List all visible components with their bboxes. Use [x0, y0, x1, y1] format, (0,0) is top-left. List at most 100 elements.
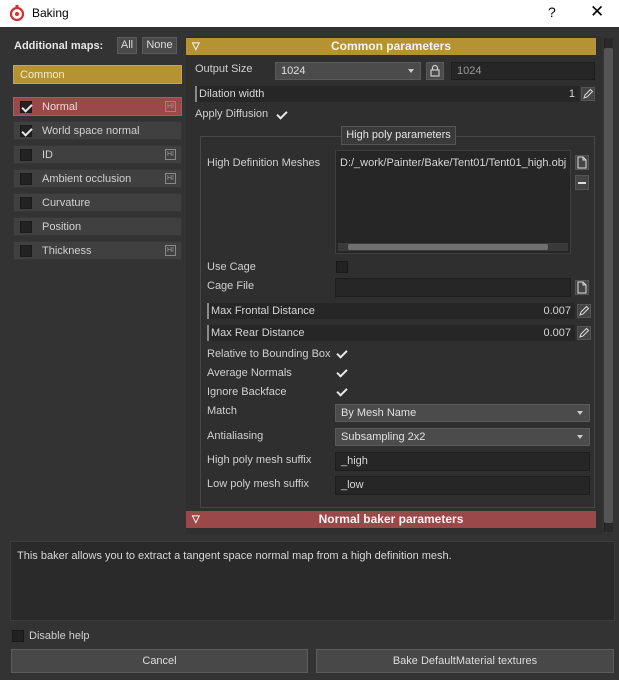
browse-cage-file-button[interactable] — [575, 280, 589, 295]
normal-baker-header[interactable]: ▽ Normal baker parameters — [186, 511, 596, 528]
disable-help-label: Disable help — [29, 630, 90, 642]
add-mesh-button[interactable] — [575, 155, 589, 170]
antialiasing-value: Subsampling 2x2 — [341, 431, 426, 443]
parameters-panel: ▽ Common parameters Output Size 1024 102… — [186, 36, 602, 534]
normal-checkbox[interactable] — [20, 101, 32, 113]
vertical-scrollbar-thumb[interactable] — [604, 48, 613, 523]
max-rear-distance-label: Max Rear Distance — [211, 327, 305, 339]
high-definition-meshes-list[interactable]: D:/_work/Painter/Bake/Tent01/Tent01_high… — [335, 150, 571, 254]
map-label: Normal — [42, 101, 78, 113]
apply-diffusion-label: Apply Diffusion — [195, 108, 269, 120]
output-size-label: Output Size — [195, 63, 253, 75]
section-title: Common parameters — [330, 39, 452, 53]
map-item-curvature[interactable]: Curvature — [13, 193, 182, 212]
select-all-button[interactable]: All — [117, 37, 137, 54]
scrollbar-thumb[interactable] — [348, 244, 548, 250]
disable-help-checkbox[interactable] — [12, 630, 24, 642]
map-label: Curvature — [42, 197, 91, 209]
bake-button[interactable]: Bake DefaultMaterial textures — [316, 649, 614, 673]
edit-max-frontal-button[interactable] — [577, 304, 591, 318]
apply-diffusion-checkbox[interactable] — [276, 109, 288, 121]
low-poly-suffix-label: Low poly mesh suffix — [207, 478, 309, 490]
app-logo-icon — [9, 5, 25, 22]
world-space-normal-checkbox[interactable] — [20, 125, 32, 137]
high-poly-suffix-label: High poly mesh suffix — [207, 454, 312, 466]
chevron-down-icon — [577, 411, 583, 415]
high-poly-parameters-tab: High poly parameters — [341, 126, 456, 145]
chevron-down-icon — [577, 435, 583, 439]
map-item-position[interactable]: Position — [13, 217, 182, 236]
collapse-arrow-icon: ▽ — [192, 514, 200, 525]
high-poly-badge-icon: HI — [165, 245, 176, 256]
dilation-width-value: 1 — [568, 88, 575, 100]
mesh-path: D:/_work/Painter/Bake/Tent01/Tent01_high… — [340, 157, 567, 169]
help-description: This baker allows you to extract a tange… — [10, 541, 615, 621]
pencil-icon — [583, 88, 594, 99]
low-poly-suffix-field[interactable]: _low — [335, 476, 590, 495]
map-label: World space normal — [42, 125, 140, 137]
position-checkbox[interactable] — [20, 221, 32, 233]
max-rear-distance-value: 0.007 — [543, 327, 571, 339]
curvature-checkbox[interactable] — [20, 197, 32, 209]
title-bar: Baking ? ✕ — [0, 0, 619, 27]
ambient-occlusion-checkbox[interactable] — [20, 173, 32, 185]
high-poly-badge-icon: HI — [165, 173, 176, 184]
link-size-button[interactable] — [426, 62, 444, 80]
match-label: Match — [207, 405, 237, 417]
pencil-icon — [579, 305, 590, 316]
dilation-width-slider[interactable]: Dilation width 1 — [195, 86, 579, 102]
high-definition-meshes-label: High Definition Meshes — [207, 157, 321, 169]
average-normals-checkbox[interactable] — [336, 367, 348, 379]
pencil-icon — [579, 327, 590, 338]
antialiasing-dropdown[interactable]: Subsampling 2x2 — [335, 428, 590, 446]
map-item-normal[interactable]: Normal HI — [13, 97, 182, 116]
match-dropdown[interactable]: By Mesh Name — [335, 404, 590, 422]
max-frontal-distance-slider[interactable]: Max Frontal Distance 0.007 — [207, 303, 575, 319]
max-rear-distance-slider[interactable]: Max Rear Distance 0.007 — [207, 325, 575, 341]
map-item-world-space-normal[interactable]: World space normal — [13, 121, 182, 140]
horizontal-scrollbar[interactable] — [338, 243, 568, 251]
dilation-width-label: Dilation width — [199, 88, 265, 100]
cancel-button[interactable]: Cancel — [11, 649, 308, 673]
close-button[interactable]: ✕ — [590, 2, 604, 22]
section-title: Normal baker parameters — [318, 512, 464, 526]
map-item-thickness[interactable]: Thickness HI — [13, 241, 182, 260]
relative-bbox-checkbox[interactable] — [336, 348, 348, 360]
common-label: Common — [20, 69, 65, 81]
average-normals-label: Average Normals — [207, 367, 292, 379]
relative-bbox-label: Relative to Bounding Box — [207, 348, 331, 360]
file-icon — [577, 281, 587, 294]
common-item[interactable]: Common — [13, 65, 182, 84]
select-none-button[interactable]: None — [142, 37, 177, 54]
map-label: ID — [42, 149, 53, 161]
edit-dilation-button[interactable] — [581, 87, 595, 101]
thickness-checkbox[interactable] — [20, 245, 32, 257]
max-frontal-distance-label: Max Frontal Distance — [211, 305, 315, 317]
ignore-backface-checkbox[interactable] — [336, 386, 348, 398]
output-size-dropdown[interactable]: 1024 — [275, 62, 421, 80]
file-icon — [577, 156, 587, 169]
high-poly-suffix-field[interactable]: _high — [335, 452, 590, 471]
remove-mesh-button[interactable] — [575, 175, 589, 190]
high-poly-badge-icon: HI — [165, 101, 176, 112]
use-cage-checkbox[interactable] — [336, 261, 348, 273]
high-poly-badge-icon: HI — [165, 149, 176, 160]
additional-maps-label: Additional maps: — [14, 40, 104, 52]
map-label: Ambient occlusion — [42, 173, 132, 185]
window-title: Baking — [32, 6, 69, 20]
map-item-ambient-occlusion[interactable]: Ambient occlusion HI — [13, 169, 182, 188]
max-frontal-distance-value: 0.007 — [543, 305, 571, 317]
minus-icon — [578, 182, 586, 184]
id-checkbox[interactable] — [20, 149, 32, 161]
map-item-id[interactable]: ID HI — [13, 145, 182, 164]
cage-file-field[interactable] — [335, 278, 571, 297]
common-parameters-header[interactable]: ▽ Common parameters — [186, 38, 596, 55]
output-size-linked-field[interactable]: 1024 — [451, 62, 595, 80]
map-label: Thickness — [42, 245, 92, 257]
edit-max-rear-button[interactable] — [577, 326, 591, 340]
maps-panel: Additional maps: All None Common Normal … — [8, 34, 183, 531]
cage-file-label: Cage File — [207, 280, 255, 292]
help-button[interactable]: ? — [548, 4, 556, 20]
use-cage-label: Use Cage — [207, 261, 256, 273]
antialiasing-label: Antialiasing — [207, 430, 264, 442]
